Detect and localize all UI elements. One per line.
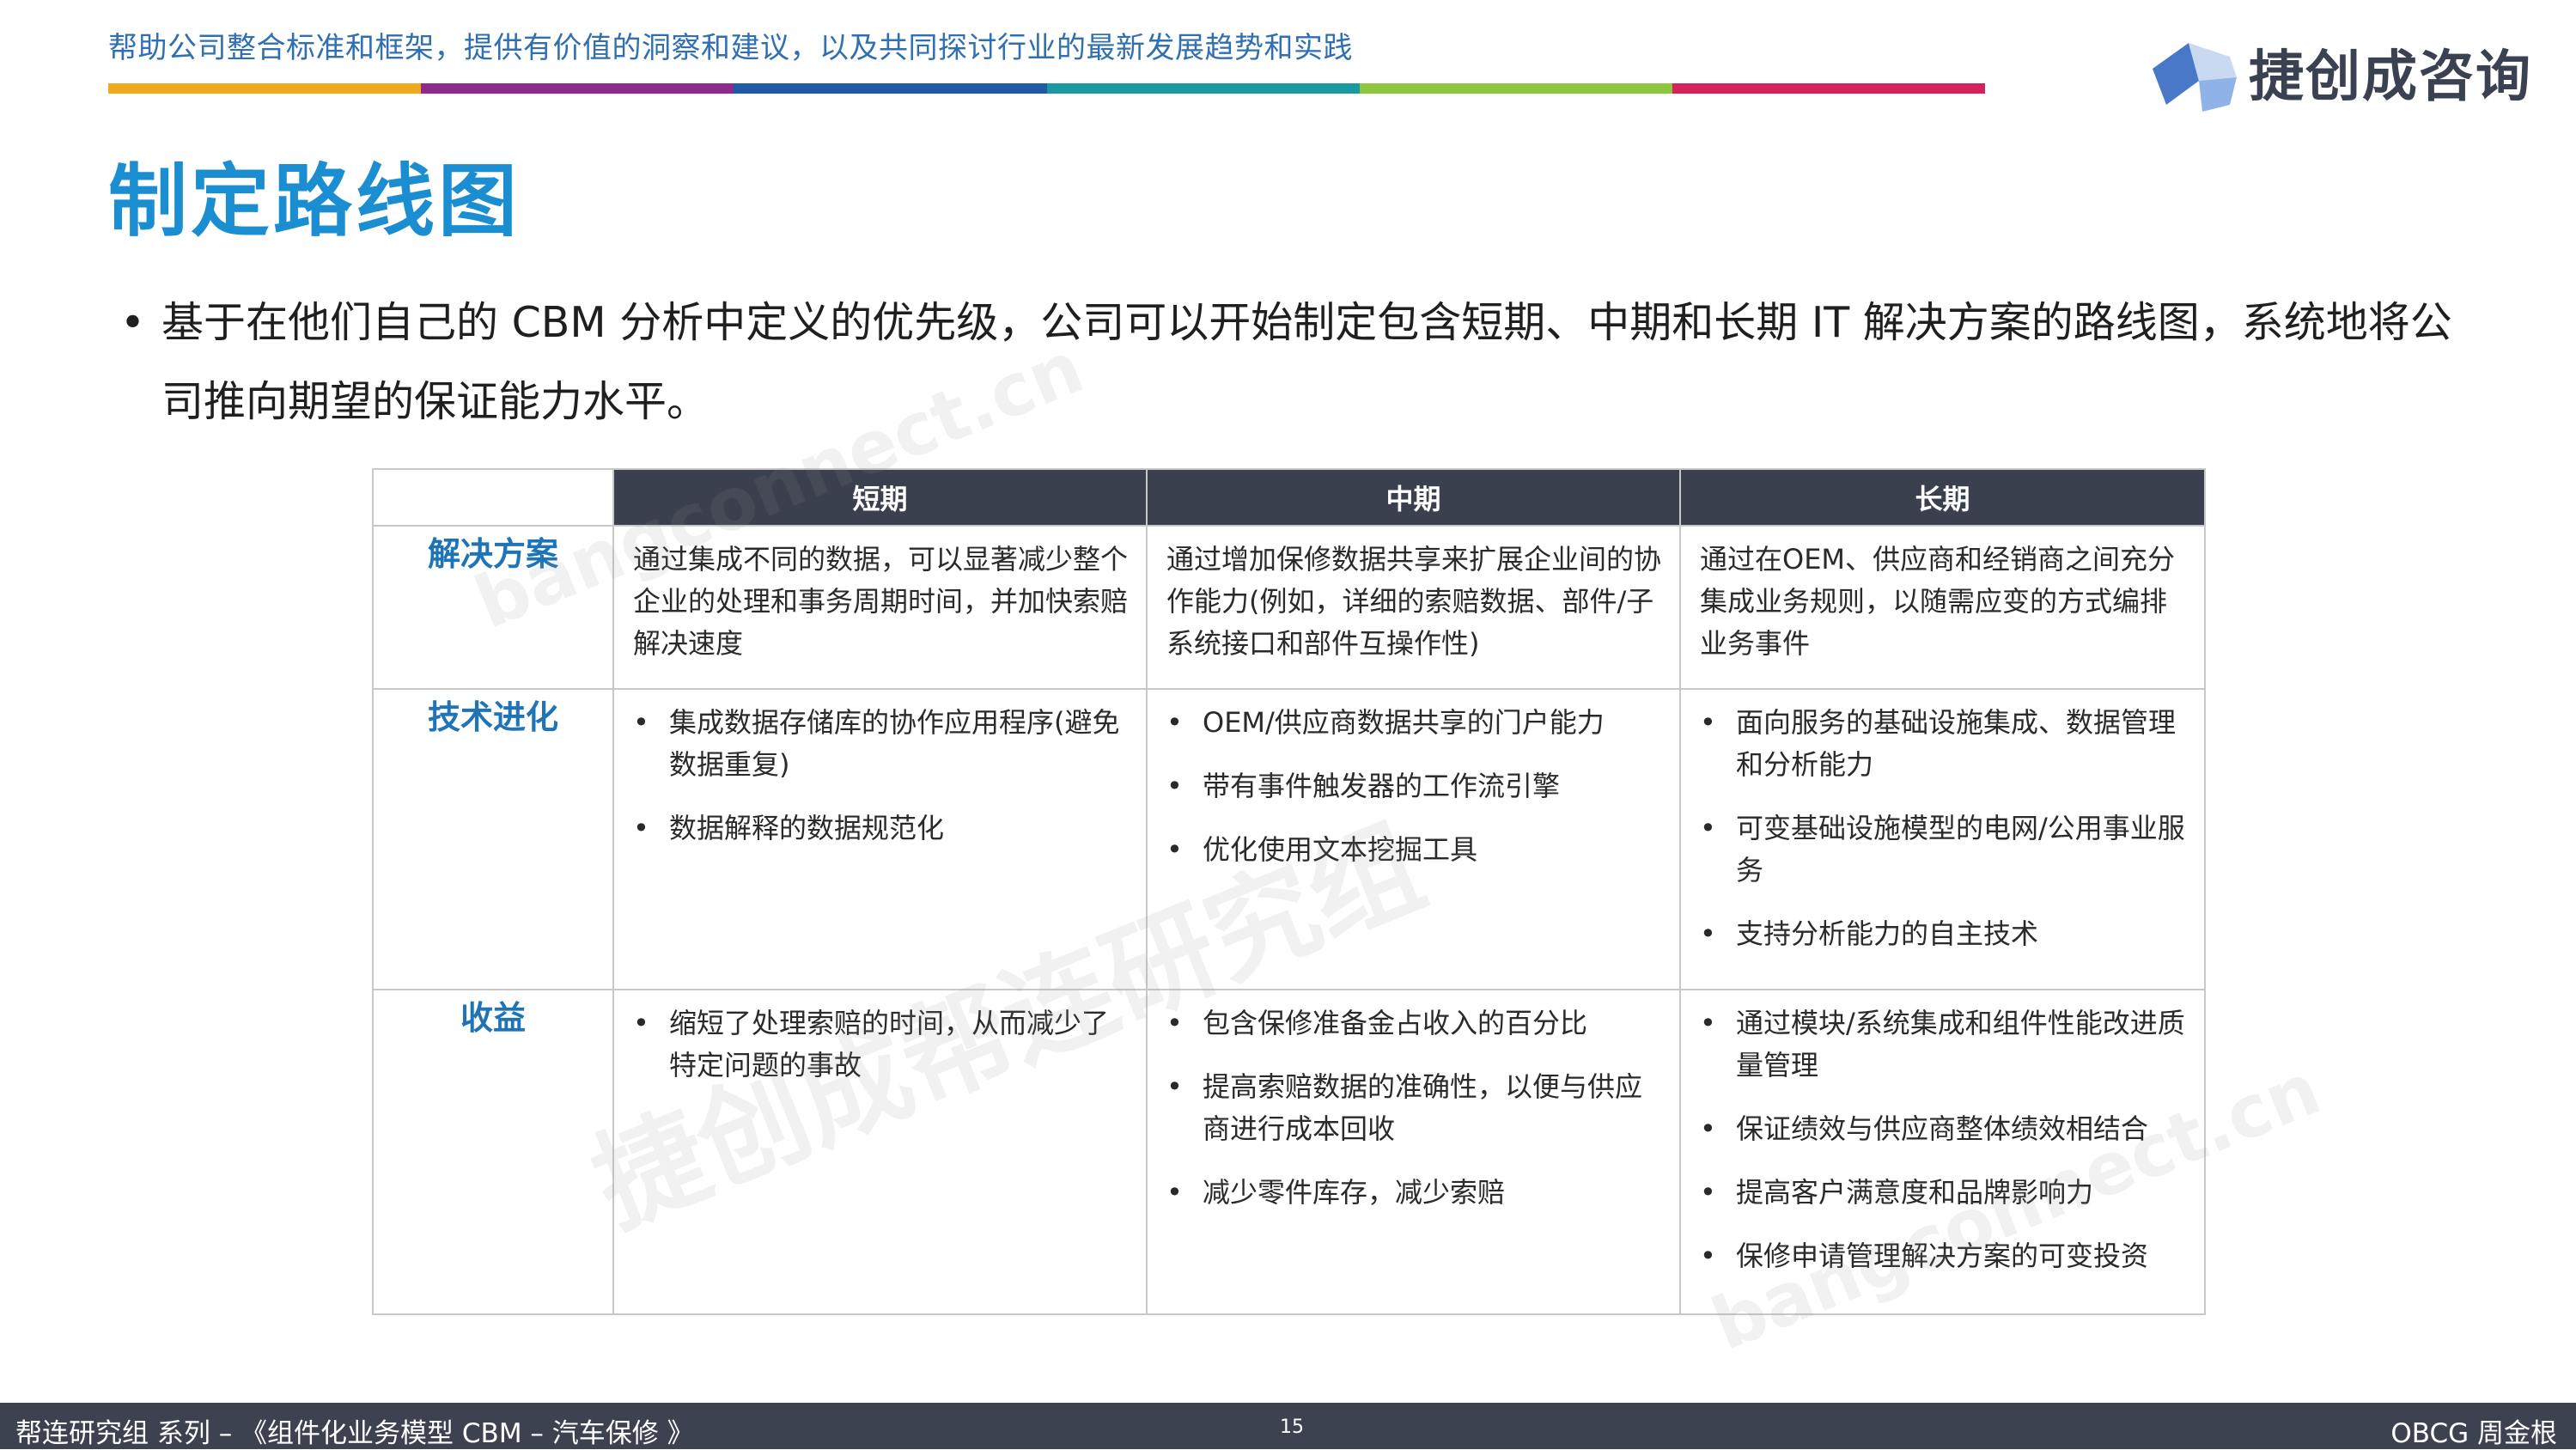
bullet-icon: • (633, 1007, 649, 1039)
color-band-segment (1359, 83, 1672, 94)
list-item: • 带有事件触发器的工作流引擎 (1166, 765, 1662, 807)
table-cell: • OEM/供应商数据共享的门户能力 • 带有事件触发器的工作流引擎 • 优化使用文本挖掘… (1146, 688, 1681, 990)
list-item-text: 数据解释的数据规范化 (669, 812, 945, 844)
bullet-icon: • (1166, 1070, 1183, 1103)
list-item: • 支持分析能力的自主技术 (1700, 913, 2187, 955)
table-cell: 通过集成不同的数据，可以显著减少整个企业的处理和事务周期时间，并加快索赔解决速度 (612, 525, 1148, 690)
list-item-text: 优化使用文本挖掘工具 (1203, 833, 1478, 866)
bullet-list: • OEM/供应商数据共享的门户能力 • 带有事件触发器的工作流引擎 • 优化使用文本挖掘… (1166, 702, 1662, 871)
table-cell: • 缩短了处理索赔的时间，从而减少了特定问题的事故 (612, 989, 1148, 1315)
list-item: • 优化使用文本挖掘工具 (1166, 829, 1662, 871)
color-band-segment (734, 83, 1047, 94)
color-band-segment (421, 83, 734, 94)
footer-author: OBCG 周金根 (2390, 1418, 2557, 1449)
list-item-text: 提高索赔数据的准确性，以便与供应商进行成本回收 (1203, 1070, 1643, 1145)
list-item-text: 可变基础设施模型的电网/公用事业服务 (1736, 812, 2185, 886)
bullet-icon: • (120, 298, 145, 347)
bullet-icon: • (1166, 1007, 1183, 1039)
table-row-solution: 解决方案 通过集成不同的数据，可以显著减少整个企业的处理和事务周期时间，并加快索赔… (372, 525, 2206, 690)
list-item-text: 支持分析能力的自主技术 (1736, 917, 2039, 950)
list-item: • 提高索赔数据的准确性，以便与供应商进行成本回收 (1166, 1066, 1662, 1150)
color-band-segment (1672, 83, 1986, 94)
bullet-icon: • (1166, 770, 1183, 802)
list-item: • OEM/供应商数据共享的门户能力 (1166, 702, 1662, 744)
bullet-list: • 缩短了处理索赔的时间，从而减少了特定问题的事故 (633, 1002, 1129, 1087)
bullet-icon: • (1700, 812, 1716, 844)
bullet-list: • 面向服务的基础设施集成、数据管理和分析能力 • 可变基础设施模型的电网/公用事业服… (1700, 702, 2187, 955)
tagline: 帮助公司整合标准和框架，提供有价值的洞察和建议，以及共同探讨行业的最新发展趋势和… (108, 31, 1353, 65)
bullet-icon: • (1700, 706, 1716, 739)
list-item: • 集成数据存储库的协作应用程序(避免数据重复) (633, 702, 1129, 786)
row-header-tech-evolution: 技术进化 (372, 688, 614, 990)
table-header-row: 短期 中期 长期 (372, 468, 2206, 527)
row-header-solution: 解决方案 (372, 525, 614, 690)
color-band-segment (108, 83, 422, 94)
bullet-list: • 集成数据存储库的协作应用程序(避免数据重复) • 数据解释的数据规范化 (633, 702, 1129, 850)
list-item: • 通过模块/系统集成和组件性能改进质量管理 (1700, 1002, 2187, 1087)
color-band (108, 83, 1986, 94)
column-header-mid-term: 中期 (1146, 468, 1681, 527)
list-item: • 提高客户满意度和品牌影响力 (1700, 1172, 2187, 1214)
bullet-icon: • (633, 706, 649, 739)
intro-paragraph: • 基于在他们自己的 CBM 分析中定义的优先级，公司可以开始制定包含短期、中期… (120, 283, 2491, 442)
table-cell: • 通过模块/系统集成和组件性能改进质量管理 • 保证绩效与供应商整体绩效相结合 • 提高… (1679, 989, 2206, 1315)
bullet-icon: • (1700, 1176, 1716, 1209)
list-item: • 减少零件库存，减少索赔 (1166, 1172, 1662, 1214)
table-cell: • 包含保修准备金占收入的百分比 • 提高索赔数据的准确性，以便与供应商进行成本回收 •… (1146, 989, 1681, 1315)
table-row-tech-evolution: 技术进化 • 集成数据存储库的协作应用程序(避免数据重复) • 数据解释的数据规范化 • O… (372, 688, 2206, 990)
intro-text: 基于在他们自己的 CBM 分析中定义的优先级，公司可以开始制定包含短期、中期和长… (161, 298, 2452, 426)
table-cell: 通过增加保修数据共享来扩展企业间的协作能力(例如，详细的索赔数据、部件/子系统接… (1146, 525, 1681, 690)
page-number: 15 (1280, 1416, 1304, 1438)
table-cell: • 集成数据存储库的协作应用程序(避免数据重复) • 数据解释的数据规范化 (612, 688, 1148, 990)
list-item-text: 面向服务的基础设施集成、数据管理和分析能力 (1736, 706, 2177, 781)
table-row-benefits: 收益 • 缩短了处理索赔的时间，从而减少了特定问题的事故 • 包含保修准备金占收入的百分… (372, 989, 2206, 1315)
logo-text: 捷创成咨询 (2249, 46, 2532, 109)
table-cell: • 面向服务的基础设施集成、数据管理和分析能力 • 可变基础设施模型的电网/公用事业服… (1679, 688, 2206, 990)
list-item: • 包含保修准备金占收入的百分比 (1166, 1002, 1662, 1045)
list-item-text: 提高客户满意度和品牌影响力 (1736, 1176, 2094, 1209)
list-item: • 数据解释的数据规范化 (633, 807, 1129, 850)
list-item: • 可变基础设施模型的电网/公用事业服务 (1700, 807, 2187, 892)
table-cell: 通过在OEM、供应商和经销商之间充分集成业务规则，以随需应变的方式编排业务事件 (1679, 525, 2206, 690)
list-item: • 保修申请管理解决方案的可变投资 (1700, 1235, 2187, 1277)
page-title: 制定路线图 (108, 155, 521, 247)
bullet-icon: • (1700, 1007, 1716, 1039)
bullet-list: • 包含保修准备金占收入的百分比 • 提高索赔数据的准确性，以便与供应商进行成本回收 •… (1166, 1002, 1662, 1214)
logo-cube-icon (2153, 43, 2237, 112)
list-item: • 缩短了处理索赔的时间，从而减少了特定问题的事故 (633, 1002, 1129, 1087)
list-item-text: 保修申请管理解决方案的可变投资 (1736, 1240, 2149, 1272)
footer-series-title: 帮连研究组 系列 – 《组件化业务模型 CBM – 汽车保修 》 (15, 1418, 694, 1449)
row-header-benefits: 收益 (372, 989, 614, 1315)
bullet-icon: • (1166, 1176, 1183, 1209)
bullet-icon: • (1166, 833, 1183, 866)
bullet-icon: • (1700, 917, 1716, 950)
column-header-short-term: 短期 (612, 468, 1148, 527)
list-item-text: 集成数据存储库的协作应用程序(避免数据重复) (669, 706, 1120, 781)
list-item-text: OEM/供应商数据共享的门户能力 (1203, 706, 1605, 739)
list-item-text: 保证绩效与供应商整体绩效相结合 (1736, 1112, 2149, 1145)
footer-bar: 帮连研究组 系列 – 《组件化业务模型 CBM – 汽车保修 》 15 OBCG… (0, 1403, 2576, 1449)
list-item-text: 包含保修准备金占收入的百分比 (1203, 1007, 1588, 1039)
list-item-text: 减少零件库存，减少索赔 (1203, 1176, 1506, 1209)
bullet-icon: • (633, 812, 649, 844)
column-header-long-term: 长期 (1679, 468, 2206, 527)
table-corner (372, 468, 614, 527)
bullet-icon: • (1166, 706, 1183, 739)
list-item-text: 带有事件触发器的工作流引擎 (1203, 770, 1561, 802)
list-item: • 面向服务的基础设施集成、数据管理和分析能力 (1700, 702, 2187, 786)
list-item: • 保证绩效与供应商整体绩效相结合 (1700, 1108, 2187, 1150)
bullet-icon: • (1700, 1112, 1716, 1145)
list-item-text: 缩短了处理索赔的时间，从而减少了特定问题的事故 (669, 1007, 1110, 1081)
bullet-list: • 通过模块/系统集成和组件性能改进质量管理 • 保证绩效与供应商整体绩效相结合 • 提高… (1700, 1002, 2187, 1277)
color-band-segment (1046, 83, 1360, 94)
roadmap-table: 短期 中期 长期 解决方案 通过集成不同的数据，可以显著减少整个企业的处理和事务周… (372, 468, 2206, 1315)
list-item-text: 通过模块/系统集成和组件性能改进质量管理 (1736, 1007, 2185, 1081)
bullet-icon: • (1700, 1240, 1716, 1272)
logo: 捷创成咨询 (2147, 31, 2532, 113)
